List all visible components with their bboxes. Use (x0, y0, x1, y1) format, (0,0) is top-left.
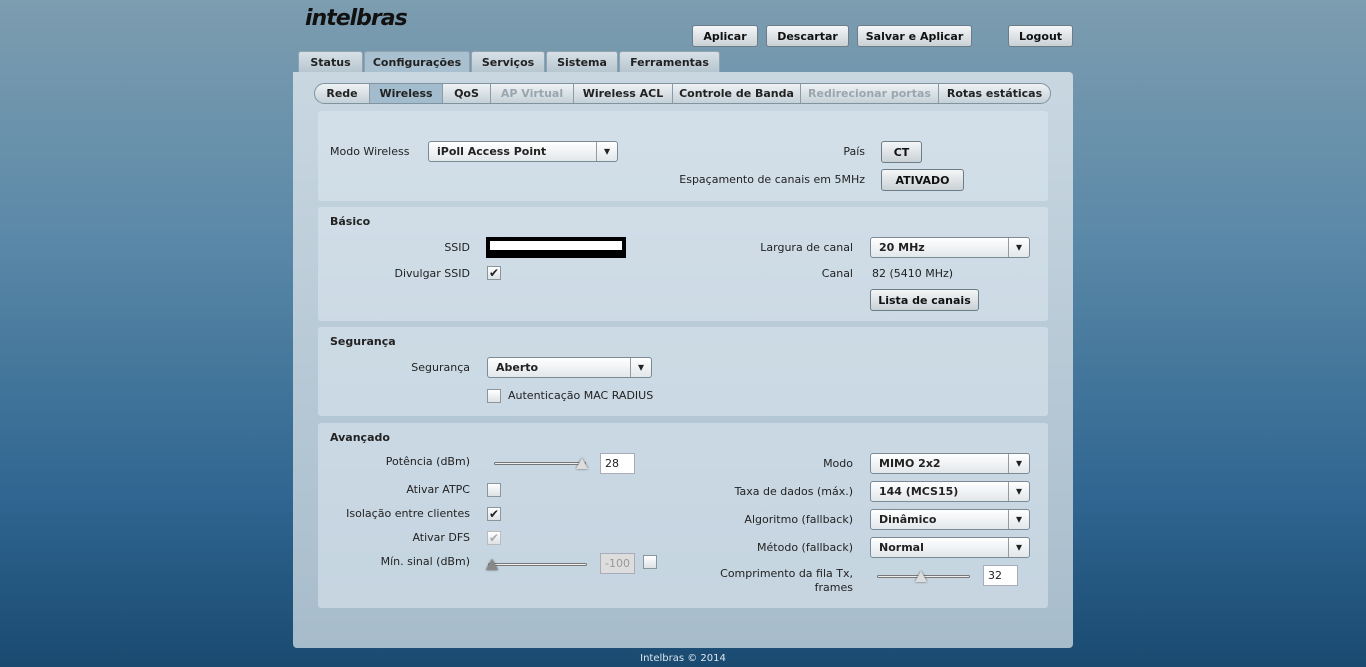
mac-radius-label: Autenticação MAC RADIUS (508, 389, 654, 402)
tab-servicos[interactable]: Serviços (471, 51, 545, 72)
subtab-controle-banda[interactable]: Controle de Banda (673, 84, 801, 103)
mode-label-adv: Modo (823, 457, 853, 470)
rate-select[interactable]: 144 (MCS15) (870, 481, 1030, 502)
channel-label: Canal (821, 267, 853, 280)
country-label: País (843, 145, 865, 158)
save-apply-button[interactable]: Salvar e Aplicar (857, 25, 972, 47)
tab-configuracoes[interactable]: Configurações (364, 51, 470, 72)
wireless-mode-select[interactable]: iPoll Access Point (428, 141, 618, 162)
min-signal-label: Mín. sinal (dBm) (380, 555, 470, 568)
isolation-label: Isolação entre clientes (346, 507, 470, 520)
mac-radius-checkbox[interactable] (487, 389, 501, 403)
subtab-wireless[interactable]: Wireless (370, 84, 443, 103)
tab-status[interactable]: Status (298, 51, 363, 72)
subtab-rede[interactable]: Rede (315, 84, 370, 103)
power-slider[interactable] (494, 462, 586, 465)
min-signal-slider (488, 563, 587, 566)
ssid-input[interactable] (486, 237, 626, 258)
queue-label-2: frames (814, 581, 853, 594)
min-signal-input: -100 (600, 553, 635, 574)
broadcast-ssid-label: Divulgar SSID (394, 267, 471, 280)
dfs-checkbox: ✔ (487, 531, 501, 545)
min-signal-checkbox[interactable] (643, 555, 657, 569)
channel-width-label: Largura de canal (760, 241, 853, 254)
algorithm-select[interactable]: Dinâmico (870, 509, 1030, 530)
subtab-qos[interactable]: QoS (443, 84, 491, 103)
footer: Intelbras © 2014 (640, 653, 726, 664)
security-select[interactable]: Aberto (487, 357, 652, 378)
broadcast-ssid-checkbox[interactable]: ✔ (487, 266, 501, 280)
apply-button[interactable]: Aplicar (692, 25, 758, 47)
spacing-label: Espaçamento de canais em 5MHz (679, 173, 865, 186)
method-label: Método (fallback) (757, 541, 853, 554)
min-signal-slider-thumb (486, 559, 498, 570)
atpc-checkbox[interactable] (487, 483, 501, 497)
channel-list-button[interactable]: Lista de canais (870, 289, 979, 311)
method-select[interactable]: Normal (870, 537, 1030, 558)
ssid-label: SSID (444, 241, 470, 254)
isolation-checkbox[interactable]: ✔ (487, 507, 501, 521)
queue-label-1: Comprimento da fila Tx, (720, 567, 853, 580)
mode-label: Modo Wireless (330, 145, 410, 158)
subtab-ap-virtual: AP Virtual (491, 84, 574, 103)
tab-sistema[interactable]: Sistema (546, 51, 618, 72)
tab-ferramentas[interactable]: Ferramentas (619, 51, 720, 72)
queue-input[interactable]: 32 (983, 565, 1018, 586)
subtab-redirecionar-portas: Redirecionar portas (801, 84, 939, 103)
atpc-label: Ativar ATPC (406, 483, 470, 496)
advanced-title: Avançado (330, 431, 390, 444)
discard-button[interactable]: Descartar (766, 25, 849, 47)
queue-slider-thumb[interactable] (915, 571, 927, 582)
security-label: Segurança (411, 361, 470, 374)
logout-button[interactable]: Logout (1008, 25, 1073, 47)
power-input[interactable]: 28 (600, 453, 635, 474)
country-button[interactable]: CT (881, 141, 922, 163)
security-title: Segurança (330, 335, 396, 348)
spacing-button[interactable]: ATIVADO (881, 169, 964, 191)
dfs-label: Ativar DFS (412, 531, 470, 544)
rate-label: Taxa de dados (máx.) (734, 485, 853, 498)
subtab-bar: Rede Wireless QoS AP Virtual Wireless AC… (314, 83, 1051, 104)
intelbras-logo: intelbras (305, 6, 408, 31)
subtab-rotas-estaticas[interactable]: Rotas estáticas (939, 84, 1050, 103)
channel-value: 82 (5410 MHz) (872, 267, 954, 280)
power-slider-thumb[interactable] (576, 458, 588, 469)
basic-title: Básico (330, 215, 371, 228)
subtab-wireless-acl[interactable]: Wireless ACL (574, 84, 673, 103)
mode-select[interactable]: MIMO 2x2 (870, 453, 1030, 474)
power-label: Potência (dBm) (385, 455, 470, 468)
channel-width-select[interactable]: 20 MHz (870, 237, 1030, 258)
algorithm-label: Algoritmo (fallback) (744, 513, 853, 526)
